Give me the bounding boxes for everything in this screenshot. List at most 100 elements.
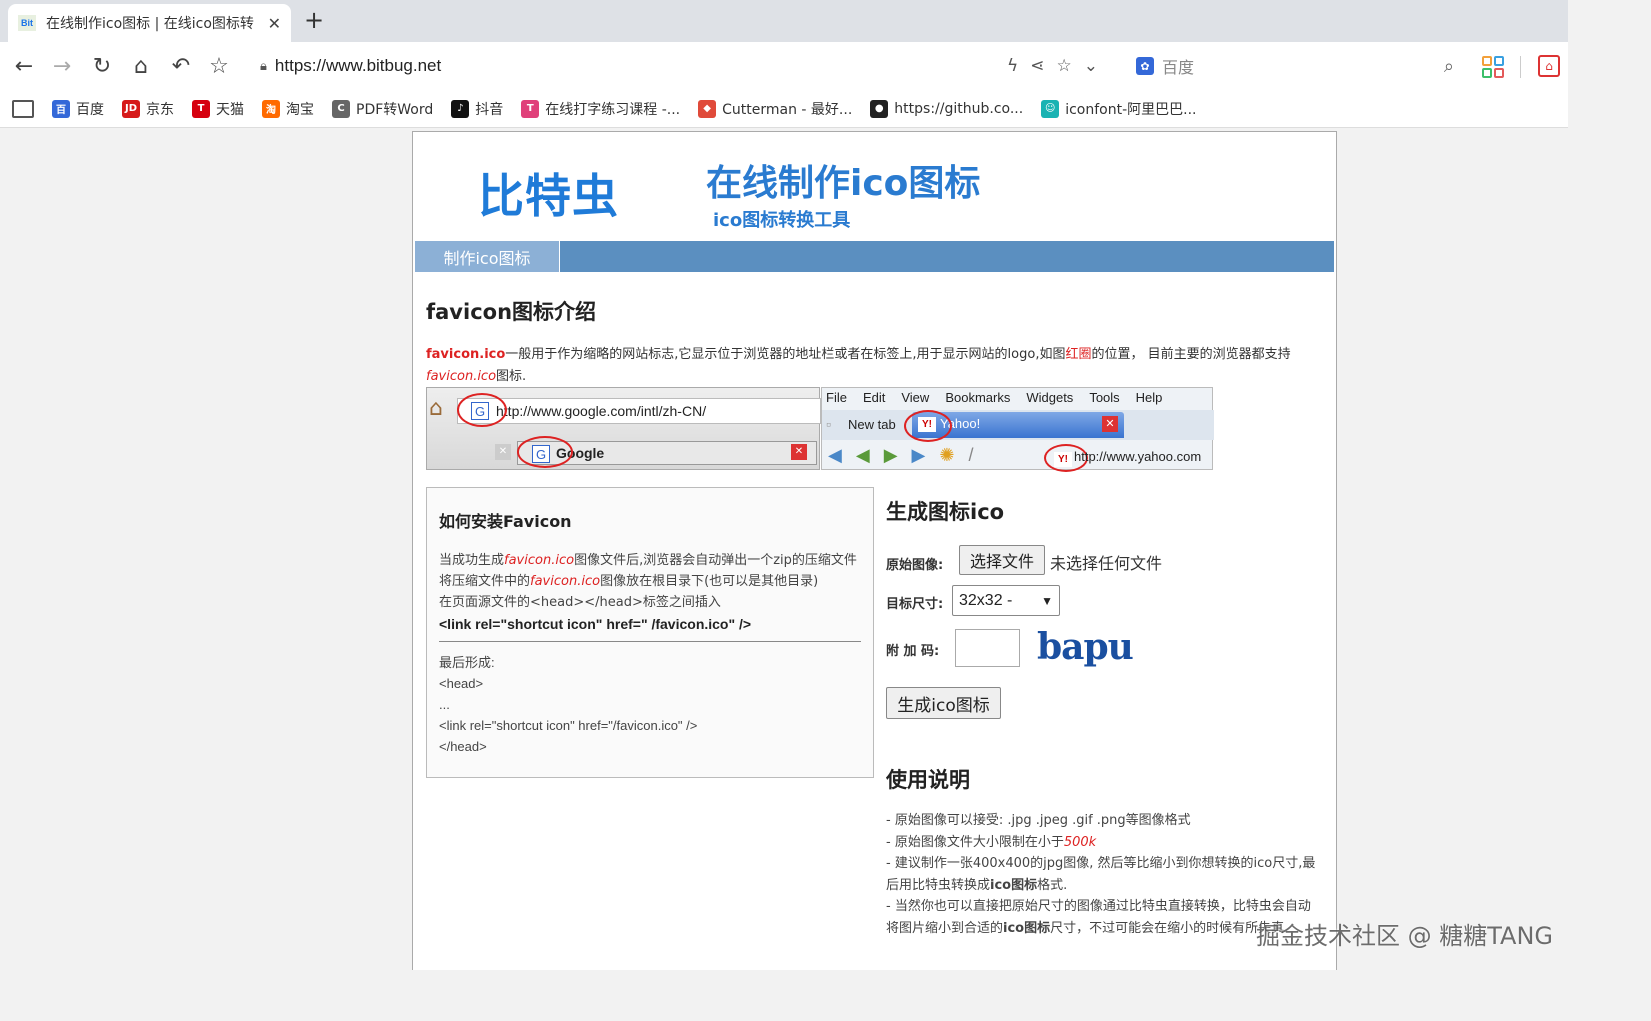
bookmark-item[interactable]: JD 京东 — [122, 99, 174, 119]
red-circle-annotation — [904, 410, 952, 442]
bookmark-star-icon[interactable]: ☆ — [205, 52, 233, 80]
jd-icon: JD — [122, 99, 140, 118]
close-icon: ✕ — [791, 444, 807, 460]
captcha-image[interactable]: bapu — [1037, 626, 1134, 668]
demo-yahoo-url: http://www.yahoo.com — [1074, 449, 1202, 464]
forward-arrow-icon: ▶ — [883, 445, 898, 465]
final-line-4: </head> — [439, 739, 487, 754]
usage-line-2: - 原始图像文件大小限制在小于500k — [886, 832, 1316, 854]
bookmark-item[interactable]: C PDF转Word — [332, 99, 433, 119]
bookmark-item[interactable]: T 在线打字练习课程 -... — [521, 99, 680, 119]
reload-icon[interactable]: ↻ — [88, 52, 116, 80]
demo-menu-item: Help — [1135, 390, 1163, 405]
install-code-snippet: <link rel="shortcut icon" href=" /favico… — [439, 616, 752, 632]
bookmark-item[interactable]: ◆ Cutterman - 最好... — [698, 99, 852, 119]
chevron-down-icon[interactable]: ⌄ — [1084, 56, 1098, 76]
share-icon[interactable]: ⋖ — [1030, 56, 1044, 76]
bookmark-label: PDF转Word — [356, 101, 434, 118]
bookmark-item[interactable]: ♪ 抖音 — [451, 99, 503, 119]
watermark: 掘金技术社区 @ 糖糖TANG — [1256, 922, 1554, 950]
forward-icon[interactable]: → — [48, 52, 76, 80]
page-icon: ▫ — [826, 416, 831, 432]
pdf-icon: C — [332, 99, 350, 118]
new-tab-button[interactable]: + — [304, 6, 324, 34]
choose-file-button[interactable]: 选择文件 — [959, 545, 1045, 575]
bookmark-item[interactable]: T 天猫 — [192, 99, 244, 119]
target-size-select[interactable]: 32x32 - ▼ — [952, 585, 1060, 616]
menu-item-make-ico[interactable]: 制作ico图标 — [415, 241, 560, 272]
url-text: https://www.bitbug.net — [274, 56, 442, 75]
red-circle-annotation — [517, 436, 573, 468]
install-step-2-text-b: 图像放在根目录下(也可以是其他目录) — [600, 574, 819, 589]
apps-grid-icon[interactable] — [1482, 56, 1504, 78]
demo-google-url: http://www.google.com/intl/zh-CN/ — [457, 398, 821, 424]
pen-icon: / — [968, 445, 974, 465]
usage-line-4: - 当然你也可以直接把原始尺寸的图像通过比特虫直接转换，比特虫会自动将图片缩小到… — [886, 896, 1316, 939]
divider — [439, 641, 861, 642]
back-icon[interactable]: ← — [10, 52, 38, 80]
install-step-1-filename: favicon.ico — [504, 553, 575, 568]
search-icon[interactable]: ⌕ — [1444, 56, 1454, 77]
bookmark-label: 京东 — [146, 101, 174, 118]
github-icon: ● — [870, 99, 889, 118]
tab-title: 在线制作ico图标 | 在线ico图标转 — [46, 16, 254, 32]
target-size-value: 32x32 - — [959, 591, 1013, 609]
bookmark-label: iconfont-阿里巴巴... — [1065, 101, 1197, 118]
red-circle-annotation — [457, 393, 507, 427]
bookmark-label: https://github.co... — [894, 100, 1024, 117]
bookmark-label: 在线打字练习课程 -... — [545, 101, 681, 118]
browser-tab[interactable]: Bit 在线制作ico图标 | 在线ico图标转 ✕ — [8, 4, 291, 42]
usage-line-4-end: 尺寸，不过可能会在缩小的时候有所失真 — [1050, 920, 1285, 936]
intro-red-circle-term: 红圈 — [1065, 347, 1092, 362]
browser-toolbar: ← → ↻ ⌂ ↶ ☆ 🔒︎ https://www.bitbug.net ϟ … — [0, 42, 1568, 90]
usage-line-3-end: 格式. — [1037, 877, 1068, 893]
star-icon[interactable]: ☆ — [1057, 56, 1072, 76]
home-icon[interactable]: ⌂ — [127, 52, 155, 80]
usage-line-3-bold: ico图标 — [990, 877, 1038, 893]
lock-icon: 🔒︎ — [260, 58, 267, 74]
captcha-label: 附 加 码: — [886, 644, 940, 659]
toolbar-divider — [1520, 56, 1521, 78]
intro-text-3: 图标. — [496, 369, 527, 384]
close-icon: ✕ — [1102, 416, 1118, 432]
bookmark-label: 天猫 — [216, 101, 244, 118]
undo-icon[interactable]: ↶ — [167, 52, 195, 80]
usage-heading: 使用说明 — [886, 768, 970, 792]
final-line-3: <link rel="shortcut icon" href="/favicon… — [439, 718, 698, 733]
intro-favicon-term: favicon.ico — [426, 347, 506, 362]
bookmarks-bar: 百百度 JD 京东 T 天猫 淘淘宝 C PDF转Word ♪ 抖音 T 在线打字练习课程 -... ◆… — [0, 90, 1568, 128]
bookmark-item[interactable]: 淘淘宝 — [262, 99, 314, 119]
pdf-extension-icon[interactable]: ⌂ — [1538, 55, 1560, 77]
iconfont-icon: ☺ — [1041, 99, 1060, 118]
install-step-2-text-a: 将压缩文件中的 — [439, 574, 531, 589]
demo-tab-strip: ▫ New tab Y! Yahoo! ✕ — [822, 410, 1214, 442]
usage-line-2-text: - 原始图像文件大小限制在小于 — [886, 834, 1064, 850]
usage-line-1: - 原始图像可以接受: .jpg .jpeg .gif .png等图像格式 — [886, 813, 1191, 828]
lightning-icon[interactable]: ϟ — [1007, 56, 1018, 76]
demo-menu-item: Tools — [1089, 390, 1120, 405]
sidebar-toggle-icon[interactable] — [12, 99, 34, 118]
bookmark-label: 淘宝 — [286, 101, 314, 118]
address-bar[interactable]: 🔒︎ https://www.bitbug.net ϟ ⋖ ☆ ⌄ — [248, 48, 1110, 84]
search-input[interactable]: ✿ 百度 ⌕ — [1124, 48, 1466, 84]
demo-menu-item: View — [901, 390, 930, 405]
bookmark-item[interactable]: ● https://github.co... — [870, 99, 1023, 119]
baidu-paw-icon: ✿ — [1136, 57, 1154, 75]
tmall-icon: T — [192, 99, 210, 118]
baidu-icon: 百 — [52, 99, 70, 118]
captcha-input[interactable] — [955, 629, 1020, 667]
site-logo[interactable]: 比特虫 — [478, 160, 619, 226]
generate-ico-button[interactable]: 生成ico图标 — [886, 687, 1001, 719]
install-step-2: 将压缩文件中的favicon.ico图像放在根目录下(也可以是其他目录) — [439, 571, 861, 592]
demo-screenshot-yahoo: File Edit View Bookmarks Widgets Tools Help ▫ … — [821, 387, 1214, 472]
intro-favicon-term-2: favicon.ico — [426, 369, 497, 384]
bookmark-item[interactable]: ☺ iconfont-阿里巴巴... — [1041, 99, 1196, 119]
tab-close-icon[interactable]: ✕ — [268, 14, 281, 33]
bookmark-item[interactable]: 百百度 — [52, 99, 104, 119]
usage-size-limit: 500k — [1063, 834, 1097, 850]
generate-heading: 生成图标ico — [886, 500, 1005, 524]
final-line-1: <head> — [439, 676, 484, 691]
rewind-icon: ◀ — [828, 445, 842, 465]
close-icon: ✕ — [495, 444, 511, 460]
intro-text-2: 的位置， 目前主要的浏览器都支持 — [1091, 347, 1291, 362]
